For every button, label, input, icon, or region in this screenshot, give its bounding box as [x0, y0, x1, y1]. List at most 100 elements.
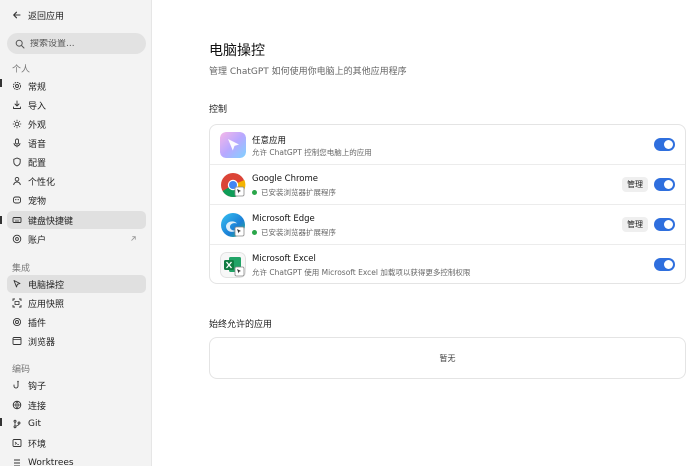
app-control-list: 任意应用 允许 ChatGPT 控制您电脑上的应用 Google Chrome …	[209, 124, 686, 284]
sidebar-item-label: 键盘快捷键	[28, 216, 74, 227]
chrome-icon	[221, 173, 246, 198]
sidebar: 返回应用 个人 常规 导入 外观 语音 配置 个性化 宠物 键盘快捷键 账户	[0, 0, 152, 466]
globe-icon	[12, 400, 22, 410]
app-name: 任意应用	[252, 136, 287, 146]
edge-manage-button[interactable]: 管理	[622, 217, 648, 232]
cursor-icon	[13, 280, 21, 288]
edge-marker	[0, 216, 2, 224]
search-icon	[15, 39, 25, 48]
shield-icon	[13, 157, 21, 167]
sidebar-item-label: 环境	[28, 439, 47, 450]
app-desc-text: 允许 ChatGPT 控制您电脑上的应用	[252, 148, 372, 157]
sidebar-item-plugins[interactable]: 插件	[7, 313, 146, 331]
sidebar-item-account[interactable]: 账户	[7, 230, 146, 248]
app-desc-text: 已安装浏览器扩展程序	[261, 188, 336, 197]
hook-icon	[13, 380, 19, 389]
allowed-apps-empty: 暂无	[209, 337, 686, 379]
pet-icon	[13, 196, 21, 204]
edge-marker	[0, 418, 2, 426]
app-row-excel: Microsoft Excel 允许 ChatGPT 使用 Microsoft …	[210, 244, 685, 284]
section-integrations: 集成	[12, 264, 31, 274]
back-label: 返回应用	[28, 11, 65, 22]
sidebar-item-worktrees[interactable]: Worktrees	[7, 454, 146, 466]
excel-toggle[interactable]	[654, 258, 675, 271]
app-desc: 允许 ChatGPT 使用 Microsoft Excel 加载项以获得更多控制…	[252, 267, 470, 278]
sidebar-item-label: 导入	[28, 101, 47, 112]
sidebar-item-keyboard-shortcuts[interactable]: 键盘快捷键	[7, 211, 146, 229]
main-content: 电脑操控 管理 ChatGPT 如何使用你电脑上的其他应用程序 控制 任意应用 …	[152, 0, 690, 466]
allowed-section-title: 始终允许的应用	[209, 320, 273, 330]
sidebar-item-label: 连接	[28, 401, 47, 412]
sidebar-item-label: 插件	[28, 318, 47, 329]
excel-icon	[220, 252, 246, 278]
sidebar-item-app-snapshot[interactable]: 应用快照	[7, 294, 146, 312]
app-desc-text: 已安装浏览器扩展程序	[261, 228, 336, 237]
page-subtitle: 管理 ChatGPT 如何使用你电脑上的其他应用程序	[209, 67, 407, 77]
sun-icon	[12, 119, 22, 129]
sidebar-item-hooks[interactable]: 钩子	[7, 376, 146, 394]
app-name: Microsoft Excel	[252, 254, 316, 264]
sidebar-item-import[interactable]: 导入	[7, 96, 146, 114]
any-app-icon	[220, 132, 246, 158]
status-dot	[252, 190, 257, 195]
person-icon	[13, 176, 21, 186]
app-name: Google Chrome	[252, 174, 319, 184]
edge-icon	[221, 213, 245, 237]
sidebar-item-label: 钩子	[28, 381, 47, 392]
empty-text: 暂无	[439, 353, 456, 363]
sidebar-item-general[interactable]: 常规	[7, 77, 146, 95]
app-desc: 允许 ChatGPT 控制您电脑上的应用	[252, 147, 372, 158]
keyboard-icon	[12, 217, 22, 223]
arrow-left-icon	[13, 11, 21, 19]
any-app-toggle[interactable]	[654, 138, 675, 151]
sidebar-item-config[interactable]: 配置	[7, 153, 146, 171]
sidebar-item-label: 浏览器	[28, 337, 56, 348]
app-desc-text: 允许 ChatGPT 使用 Microsoft Excel 加载项以获得更多控制…	[252, 268, 471, 277]
import-icon	[13, 100, 21, 109]
snapshot-icon	[12, 298, 22, 308]
search-input[interactable]	[30, 38, 140, 49]
back-to-app-button[interactable]: 返回应用	[12, 8, 64, 22]
section-personal: 个人	[12, 65, 31, 75]
settings-search[interactable]	[7, 33, 146, 54]
control-section-title: 控制	[209, 105, 228, 115]
edge-marker	[0, 79, 2, 87]
sidebar-item-appearance[interactable]: 外观	[7, 115, 146, 133]
worktree-icon	[14, 459, 20, 466]
sidebar-item-label: Git	[28, 419, 42, 429]
microphone-icon	[13, 138, 21, 148]
sidebar-item-label: 账户	[28, 235, 47, 246]
terminal-icon	[12, 439, 22, 447]
sidebar-item-connections[interactable]: 连接	[7, 396, 146, 414]
sidebar-item-browser[interactable]: 浏览器	[7, 332, 146, 350]
sidebar-item-label: 常规	[28, 82, 47, 93]
sidebar-item-git[interactable]: Git	[7, 415, 146, 433]
external-link-icon	[131, 236, 136, 241]
app-row-edge: Microsoft Edge 已安装浏览器扩展程序 管理	[210, 204, 685, 244]
chrome-toggle[interactable]	[654, 178, 675, 191]
sidebar-item-label: 宠物	[28, 196, 47, 207]
account-icon	[12, 234, 22, 244]
app-name: Microsoft Edge	[252, 214, 315, 224]
chrome-manage-button[interactable]: 管理	[622, 177, 648, 192]
edge-toggle[interactable]	[654, 218, 675, 231]
gear-icon	[12, 81, 22, 91]
page-title: 电脑操控	[209, 43, 265, 59]
browser-icon	[12, 337, 22, 345]
app-desc: 已安装浏览器扩展程序	[252, 187, 336, 198]
app-row-any: 任意应用 允许 ChatGPT 控制您电脑上的应用	[210, 125, 685, 165]
git-icon	[13, 419, 21, 429]
sidebar-item-computer-control[interactable]: 电脑操控	[7, 275, 146, 293]
section-coding: 编码	[12, 365, 31, 375]
sidebar-item-label: 个性化	[28, 177, 56, 188]
app-desc: 已安装浏览器扩展程序	[252, 227, 336, 238]
sidebar-item-voice[interactable]: 语音	[7, 134, 146, 152]
plugin-icon	[12, 317, 22, 327]
sidebar-item-personalization[interactable]: 个性化	[7, 172, 146, 190]
sidebar-item-pet[interactable]: 宠物	[7, 191, 146, 209]
sidebar-item-label: 电脑操控	[28, 280, 65, 291]
sidebar-item-label: 语音	[28, 139, 47, 150]
sidebar-item-label: 配置	[28, 158, 47, 169]
sidebar-item-environment[interactable]: 环境	[7, 434, 146, 452]
sidebar-item-label: 应用快照	[28, 299, 65, 310]
